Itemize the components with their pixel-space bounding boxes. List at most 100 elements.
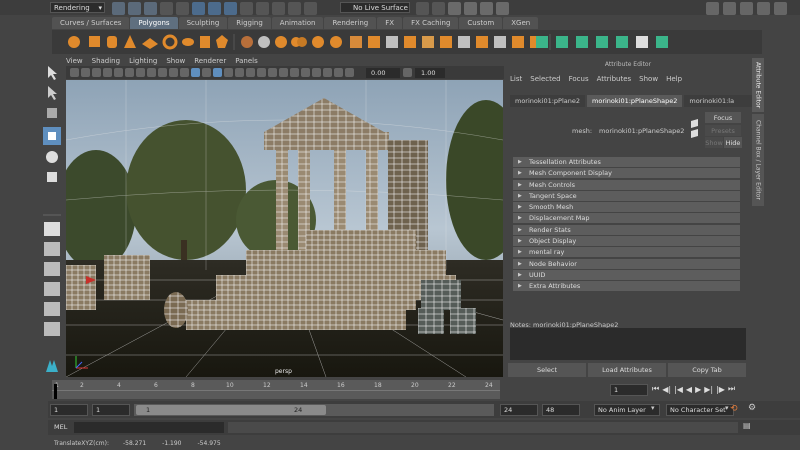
perspective-viewport[interactable] bbox=[66, 80, 503, 377]
make-hole-icon[interactable] bbox=[458, 36, 470, 48]
shelf-tab-xgen[interactable]: XGen bbox=[503, 17, 539, 29]
ae-menu-selected[interactable]: Selected bbox=[530, 75, 560, 83]
section-smooth-mesh[interactable]: Smooth Mesh bbox=[513, 202, 740, 213]
section-object-display[interactable]: Object Display bbox=[513, 236, 740, 247]
cylindrical-map-icon[interactable] bbox=[556, 36, 568, 48]
go-to-start-icon[interactable]: ⏮ bbox=[652, 384, 659, 394]
hide-button[interactable]: Hide bbox=[724, 137, 742, 148]
scale-tool-icon[interactable] bbox=[47, 172, 57, 182]
boolean-intersection-icon[interactable] bbox=[330, 36, 342, 48]
snap-point-icon[interactable] bbox=[272, 2, 285, 15]
shelf-tab-polygons[interactable]: Polygons bbox=[130, 17, 178, 29]
select-button[interactable]: Select bbox=[508, 363, 586, 377]
gamma-field[interactable]: 1.00 bbox=[415, 67, 445, 78]
live-surface-field[interactable]: No Live Surface bbox=[340, 2, 410, 13]
mel-label[interactable]: MEL bbox=[54, 423, 67, 431]
section-displacement-map[interactable]: Displacement Map bbox=[513, 213, 740, 224]
ae-menu-help[interactable]: Help bbox=[666, 75, 682, 83]
section-uuid[interactable]: UUID bbox=[513, 269, 740, 280]
wireframe-on-shaded-icon[interactable] bbox=[213, 68, 222, 77]
xray-icon[interactable] bbox=[312, 68, 321, 77]
checker-icon[interactable] bbox=[636, 36, 648, 48]
shelf-tab-animation[interactable]: Animation bbox=[271, 17, 324, 29]
shelf-tab-rendering[interactable]: Rendering bbox=[324, 17, 377, 29]
film-gate-icon[interactable] bbox=[125, 68, 134, 77]
mesh-name-field[interactable]: morinoki01:pPlaneShape2 bbox=[597, 126, 687, 136]
separate-icon[interactable] bbox=[258, 36, 270, 48]
shelf-tab-custom[interactable]: Custom bbox=[459, 17, 503, 29]
make-live-icon[interactable] bbox=[304, 2, 317, 15]
xray-joints-icon[interactable] bbox=[323, 68, 332, 77]
outliner-layout-icon[interactable] bbox=[44, 322, 60, 336]
time-slider[interactable]: 1 2 4 6 8 10 12 14 16 18 20 22 24 bbox=[52, 380, 500, 399]
undo-icon[interactable] bbox=[160, 2, 173, 15]
channel-box-toggle-icon[interactable] bbox=[774, 2, 787, 15]
hypershade-icon[interactable] bbox=[496, 2, 509, 15]
playback-end-field[interactable]: 24 bbox=[500, 404, 538, 416]
render-settings-icon[interactable] bbox=[480, 2, 493, 15]
automatic-map-icon[interactable] bbox=[596, 36, 608, 48]
redo-icon[interactable] bbox=[176, 2, 189, 15]
ambient-occlusion-icon[interactable] bbox=[257, 68, 266, 77]
tab-pplaneshape2[interactable]: morinoki01:pPlaneShape2 bbox=[587, 95, 683, 107]
save-scene-icon[interactable] bbox=[144, 2, 157, 15]
single-perspective-layout-icon[interactable] bbox=[44, 222, 60, 236]
sidebar-toggle-icon[interactable] bbox=[706, 2, 719, 15]
side-tab-channel-box[interactable]: Channel Box / Layer Editor bbox=[752, 114, 764, 206]
input-ops-icon[interactable] bbox=[416, 2, 429, 15]
focus-button[interactable]: Focus bbox=[705, 112, 741, 123]
section-render-stats[interactable]: Render Stats bbox=[513, 224, 740, 235]
ipr-render-icon[interactable] bbox=[464, 2, 477, 15]
gamma-icon[interactable] bbox=[403, 68, 412, 77]
safe-action-icon[interactable] bbox=[169, 68, 178, 77]
poly-disc-icon[interactable] bbox=[182, 38, 194, 46]
playback-start-field[interactable]: 1 bbox=[92, 404, 130, 416]
hypershade-layout-icon[interactable] bbox=[44, 302, 60, 316]
uv-editor-icon[interactable] bbox=[616, 36, 628, 48]
ae-menu-attributes[interactable]: Attributes bbox=[597, 75, 632, 83]
xray-components-icon[interactable] bbox=[334, 68, 343, 77]
use-all-lights-icon[interactable] bbox=[235, 68, 244, 77]
ae-menu-focus[interactable]: Focus bbox=[569, 75, 589, 83]
gate-mask-icon[interactable] bbox=[147, 68, 156, 77]
end-time-field[interactable]: 48 bbox=[542, 404, 580, 416]
presets-button[interactable]: Presets bbox=[705, 125, 741, 136]
boolean-union-icon[interactable] bbox=[291, 37, 307, 47]
tab-lambert[interactable]: morinoki01:la bbox=[684, 95, 755, 107]
current-frame-field[interactable]: 1 bbox=[610, 384, 648, 396]
step-back-key-icon[interactable]: ◀| bbox=[662, 385, 671, 394]
fill-hole-icon[interactable] bbox=[440, 36, 452, 48]
ae-menu-list[interactable]: List bbox=[510, 75, 522, 83]
viewport-menu-show[interactable]: Show bbox=[166, 57, 185, 65]
animation-prefs-icon[interactable]: ⚙ bbox=[748, 403, 756, 413]
snap-grid-icon[interactable] bbox=[240, 2, 253, 15]
poly-torus-icon[interactable] bbox=[162, 34, 178, 50]
viewport-menu-panels[interactable]: Panels bbox=[235, 57, 258, 65]
shelf-tab-curves-surfaces[interactable]: Curves / Surfaces bbox=[52, 17, 130, 29]
poly-platonic-icon[interactable] bbox=[216, 35, 228, 48]
combine-icon[interactable] bbox=[241, 36, 253, 48]
target-weld-icon[interactable] bbox=[494, 36, 506, 48]
bookmark-icon[interactable] bbox=[92, 68, 101, 77]
planar-map-icon[interactable] bbox=[536, 36, 548, 48]
load-attributes-button[interactable]: Load Attributes bbox=[588, 363, 666, 377]
copy-tab-button[interactable]: Copy Tab bbox=[668, 363, 746, 377]
section-extra-attributes[interactable]: Extra Attributes bbox=[513, 281, 740, 292]
append-polygon-icon[interactable] bbox=[422, 36, 434, 48]
spherical-map-icon[interactable] bbox=[576, 36, 588, 48]
play-forward-icon[interactable]: ▶ bbox=[695, 385, 701, 394]
shelf-tab-rigging[interactable]: Rigging bbox=[228, 17, 271, 29]
lasso-tool-icon[interactable] bbox=[48, 86, 57, 100]
auto-key-icon[interactable]: ⟲ bbox=[730, 404, 738, 414]
extrude-icon[interactable] bbox=[368, 36, 380, 48]
section-node-behavior[interactable]: Node Behavior bbox=[513, 258, 740, 269]
viewport-menu-renderer[interactable]: Renderer bbox=[194, 57, 226, 65]
exposure-icon[interactable] bbox=[345, 68, 354, 77]
select-tool-icon[interactable] bbox=[48, 66, 57, 80]
exposure-field[interactable]: 0.00 bbox=[366, 67, 400, 78]
section-mesh-component-display[interactable]: Mesh Component Display bbox=[513, 168, 740, 179]
tab-pplane2[interactable]: morinoki01:pPlane2 bbox=[510, 95, 586, 107]
resolution-gate-icon[interactable] bbox=[136, 68, 145, 77]
bevel-icon[interactable] bbox=[404, 36, 416, 48]
shadows-icon[interactable] bbox=[246, 68, 255, 77]
